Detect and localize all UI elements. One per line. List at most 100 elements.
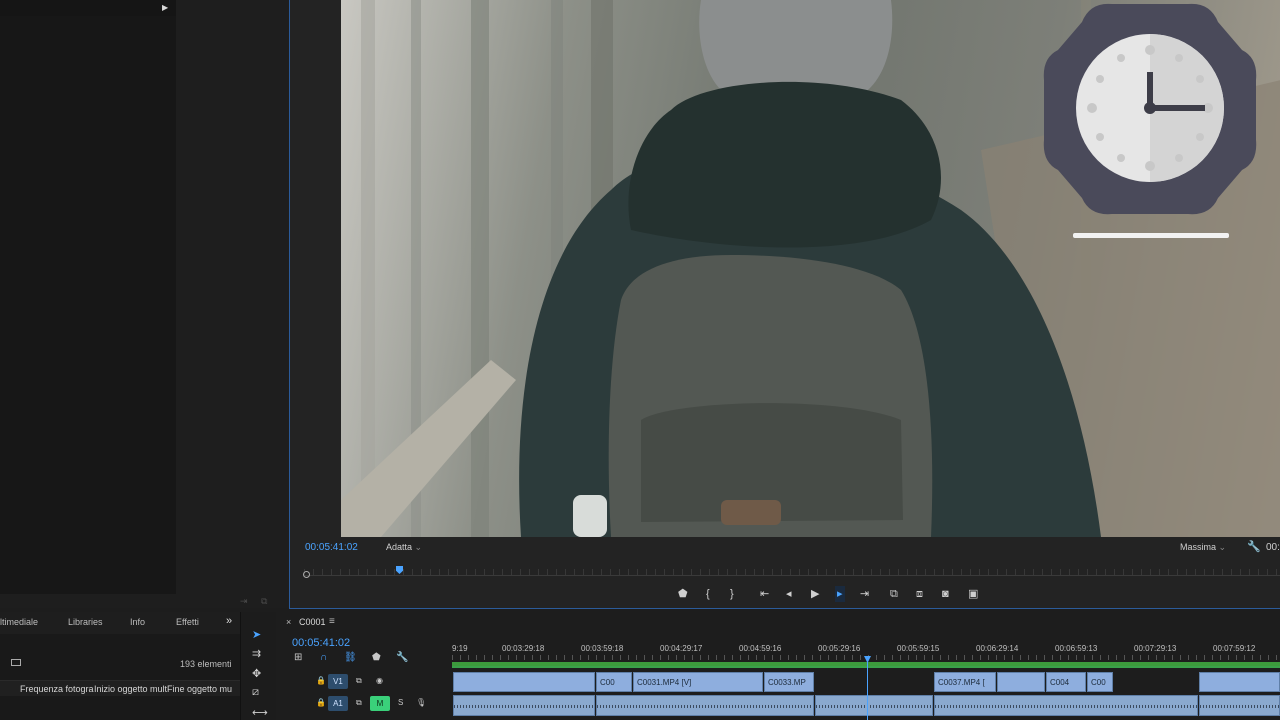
scrub-start-handle[interactable] (303, 571, 310, 578)
add-marker-button[interactable]: ⬟ (678, 586, 688, 602)
wrench-icon[interactable]: 🔧 (396, 652, 408, 663)
mark-out-button[interactable]: } (730, 586, 734, 602)
video-clip[interactable]: C00 (596, 672, 632, 692)
video-clip[interactable]: C0033.MP (764, 672, 814, 692)
track-header-a1: 🔒 A1 ⧉ M S 🎙 (276, 694, 452, 714)
duration-timecode: 00: (1266, 542, 1280, 553)
sync-lock-icon[interactable]: ⧉ (356, 676, 362, 686)
export-frame-button[interactable]: ◙ (942, 586, 949, 602)
project-tabs: ltimediale Libraries Info Effetti (0, 617, 240, 631)
ruler-label: 00:04:59:16 (739, 644, 782, 653)
render-status-bar (452, 666, 1280, 668)
ruler-label: 9:19 (452, 644, 468, 653)
transport-controls: ⬟ { } ⇤ ◂ ▶ ▸ ⇥ ⧉ ⧈ ◙ ▣ (678, 586, 998, 604)
scrub-track (304, 575, 1280, 576)
comparison-view-button[interactable]: ▣ (968, 586, 978, 602)
video-clip[interactable] (453, 672, 595, 692)
ruler-label: 00:05:59:15 (897, 644, 940, 653)
source-panel: ▶ ⇥ ⧉ (0, 0, 289, 608)
mark-in-button[interactable]: { (706, 586, 710, 602)
solo-button[interactable]: S (398, 698, 403, 707)
chevron-down-icon: ⌄ (1218, 542, 1227, 552)
zoom-level-select[interactable]: Adatta ⌄ (386, 542, 422, 553)
project-body (0, 634, 240, 720)
timeline-panel: × C0001 ≡ 00:05:41:02 ⊞ ∩ ⛓ ⬟ 🔧 9:19 00:… (276, 612, 1280, 720)
wrench-icon[interactable]: 🔧 (1247, 540, 1261, 553)
program-timecode[interactable]: 00:05:41:02 (305, 542, 358, 553)
track-header-v1: 🔒 V1 ⧉ ◉ (276, 672, 452, 692)
source-panel-body (0, 16, 176, 594)
add-marker-icon[interactable]: ⬟ (372, 652, 381, 663)
microphone-icon[interactable]: 🎙 (416, 698, 426, 707)
zoom-level-value: Adatta (386, 542, 413, 552)
item-count: 193 elementi (180, 659, 232, 669)
column-media-start[interactable]: Inizio oggetto mult (94, 684, 167, 694)
tab-info[interactable]: Info (130, 617, 145, 627)
slip-tool-icon[interactable]: ⟷ (252, 706, 268, 719)
audio-clip[interactable] (453, 695, 595, 716)
playback-resolution-select[interactable]: Massima ⌄ (1180, 542, 1226, 553)
audio-clip[interactable] (815, 695, 933, 716)
step-back-button[interactable]: ◂ (786, 586, 792, 602)
ruler-label: 00:05:29:16 (818, 644, 861, 653)
razor-tool-icon[interactable]: ⧄ (252, 686, 259, 699)
close-icon[interactable]: × (286, 617, 291, 627)
ruler-label: 00:07:29:13 (1134, 644, 1177, 653)
video-clip[interactable]: C004 (1046, 672, 1086, 692)
snap-icon[interactable]: ∩ (320, 652, 327, 663)
column-media-end[interactable]: Fine oggetto mu (167, 684, 232, 694)
tab-effects[interactable]: Effetti (176, 617, 199, 627)
monitor-scrub-bar[interactable] (303, 566, 1280, 580)
ruler-label: 00:04:29:17 (660, 644, 703, 653)
nest-icon[interactable]: ⊞ (294, 652, 302, 663)
video-clip[interactable]: C0031.MP4 [V] (633, 672, 763, 692)
timeline-playhead[interactable] (867, 656, 868, 720)
lock-icon[interactable]: 🔒 (316, 698, 326, 707)
track-select-tool-icon[interactable]: ⇉ (252, 647, 261, 660)
lift-button[interactable]: ⧉ (890, 586, 898, 602)
panel-header (0, 0, 176, 16)
tools-panel: ➤ ⇉ ✥ ⧄ ⟷ (240, 612, 276, 720)
video-clip[interactable] (997, 672, 1045, 692)
track-name-a1[interactable]: A1 (328, 696, 348, 711)
tab-multimedia[interactable]: ltimediale (0, 617, 38, 627)
ruler-label: 00:06:29:14 (976, 644, 1019, 653)
column-frame-rate[interactable]: Frequenza fotogra (20, 684, 94, 694)
ruler-label: 00:03:29:18 (502, 644, 545, 653)
video-clip[interactable] (1199, 672, 1280, 692)
sync-lock-icon[interactable]: ⧉ (356, 698, 362, 708)
tab-libraries[interactable]: Libraries (68, 617, 103, 627)
audio-clip[interactable] (934, 695, 1198, 716)
video-clip[interactable]: C0037.MP4 [ (934, 672, 996, 692)
playback-resolution-value: Massima (1180, 542, 1217, 552)
sequence-tab[interactable]: C0001 (299, 617, 326, 627)
bin-icon[interactable] (11, 659, 21, 666)
ruler-label: 00:03:59:18 (581, 644, 624, 653)
play-button[interactable]: ▶ (811, 586, 819, 602)
ruler-label: 00:07:59:12 (1213, 644, 1256, 653)
insert-icon[interactable]: ⇥ (240, 596, 248, 607)
selection-tool-icon[interactable]: ➤ (252, 628, 261, 641)
timeline-timecode[interactable]: 00:05:41:02 (292, 637, 350, 649)
linked-selection-icon[interactable]: ⛓ (344, 652, 357, 663)
source-patch-v1[interactable]: V1 (328, 674, 348, 689)
eye-icon[interactable]: ◉ (376, 676, 383, 685)
menu-icon[interactable]: ≡ (329, 616, 335, 627)
project-column-headers: Frequenza fotogra Inizio oggetto mult Fi… (0, 680, 240, 696)
tabs-overflow-icon[interactable]: » (226, 615, 232, 627)
go-to-out-button[interactable]: ⇥ (860, 586, 869, 602)
step-forward-button[interactable]: ▸ (835, 586, 845, 602)
audio-clip[interactable] (596, 695, 814, 716)
audio-clip[interactable] (1199, 695, 1280, 716)
video-clip[interactable]: C00 (1087, 672, 1113, 692)
ripple-edit-tool-icon[interactable]: ✥ (252, 667, 261, 680)
lock-icon[interactable]: 🔒 (316, 676, 326, 685)
go-to-in-button[interactable]: ⇤ (760, 586, 769, 602)
overwrite-icon[interactable]: ⧉ (261, 596, 267, 607)
extract-button[interactable]: ⧈ (916, 586, 923, 602)
ruler-label: 00:06:59:13 (1055, 644, 1098, 653)
expand-arrow-icon[interactable]: ▶ (162, 3, 168, 12)
project-panel: ltimediale Libraries Info Effetti » 193 … (0, 612, 240, 720)
mute-button[interactable]: M (370, 696, 390, 711)
chevron-down-icon: ⌄ (414, 542, 423, 552)
